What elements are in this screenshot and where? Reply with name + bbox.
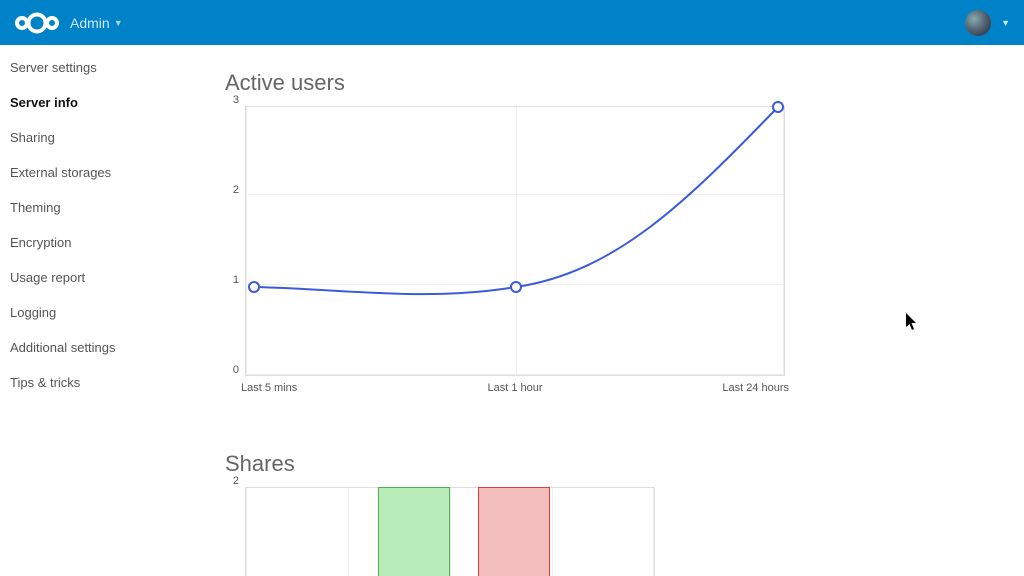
bar bbox=[478, 487, 550, 576]
y-tick: 3 bbox=[233, 94, 239, 106]
sidebar-item-label: External storages bbox=[10, 165, 111, 180]
sidebar-item-logging[interactable]: Logging bbox=[0, 295, 205, 330]
app-name-label: Admin bbox=[70, 15, 110, 31]
chevron-down-icon: ▼ bbox=[114, 18, 123, 28]
sidebar-item-encryption[interactable]: Encryption bbox=[0, 225, 205, 260]
sidebar-item-server-info[interactable]: Server info bbox=[0, 85, 205, 120]
x-tick: Last 5 mins bbox=[241, 382, 297, 394]
sidebar-item-label: Usage report bbox=[10, 270, 85, 285]
sidebar-item-sharing[interactable]: Sharing bbox=[0, 120, 205, 155]
y-tick: 0 bbox=[233, 364, 239, 376]
user-menu[interactable]: ▼ bbox=[965, 10, 1010, 36]
chevron-down-icon: ▼ bbox=[1001, 18, 1010, 28]
data-point bbox=[773, 102, 783, 112]
shares-chart: 2 bbox=[245, 487, 655, 576]
settings-sidebar: Server settings Server info Sharing Exte… bbox=[0, 45, 205, 576]
y-tick: 2 bbox=[233, 475, 239, 487]
top-bar: Admin ▼ ▼ bbox=[0, 0, 1024, 45]
sidebar-item-external-storages[interactable]: External storages bbox=[0, 155, 205, 190]
x-tick: Last 1 hour bbox=[487, 382, 542, 394]
app-switcher[interactable]: Admin ▼ bbox=[70, 15, 123, 31]
sidebar-item-label: Theming bbox=[10, 200, 61, 215]
sidebar-item-label: Encryption bbox=[10, 235, 71, 250]
sidebar-item-additional-settings[interactable]: Additional settings bbox=[0, 330, 205, 365]
active-users-chart: 0 1 2 3 Last 5 mins Last 1 hour Last 24 … bbox=[245, 106, 785, 376]
sidebar-item-label: Server settings bbox=[10, 60, 97, 75]
data-point bbox=[249, 282, 259, 292]
line-series bbox=[254, 107, 778, 294]
nextcloud-logo[interactable] bbox=[14, 11, 60, 35]
sidebar-item-theming[interactable]: Theming bbox=[0, 190, 205, 225]
content-scroll-area[interactable]: Active users bbox=[205, 45, 1010, 576]
sidebar-item-label: Logging bbox=[10, 305, 56, 320]
sidebar-item-label: Sharing bbox=[10, 130, 55, 145]
sidebar-item-label: Server info bbox=[10, 95, 78, 110]
y-tick: 2 bbox=[233, 184, 239, 196]
data-point bbox=[511, 282, 521, 292]
sidebar-item-usage-report[interactable]: Usage report bbox=[0, 260, 205, 295]
sidebar-item-server-settings[interactable]: Server settings bbox=[0, 50, 205, 85]
avatar bbox=[965, 10, 991, 36]
section-title-active-users: Active users bbox=[225, 70, 990, 96]
sidebar-item-label: Tips & tricks bbox=[10, 375, 80, 390]
sidebar-item-tips-tricks[interactable]: Tips & tricks bbox=[0, 365, 205, 400]
bar bbox=[378, 487, 450, 576]
sidebar-item-label: Additional settings bbox=[10, 340, 116, 355]
section-title-shares: Shares bbox=[225, 451, 990, 477]
y-tick: 1 bbox=[233, 274, 239, 286]
x-tick: Last 24 hours bbox=[722, 382, 789, 394]
